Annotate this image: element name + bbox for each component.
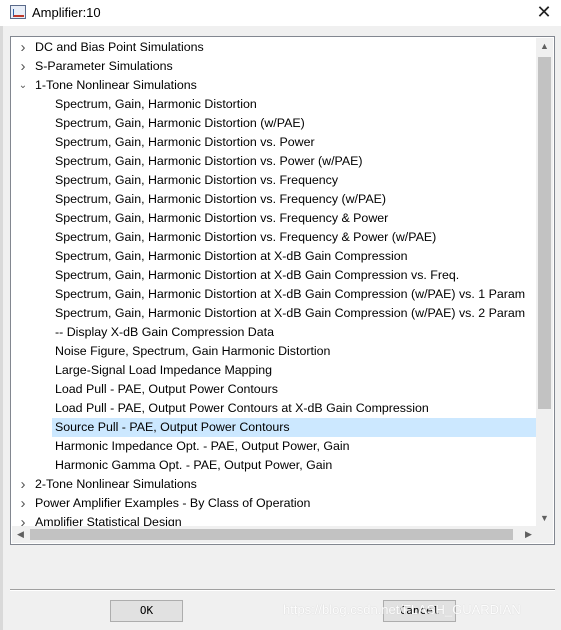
tree-item[interactable]: Noise Figure, Spectrum, Gain Harmonic Di… [12,342,537,361]
tree-item-label: DC and Bias Point Simulations [35,40,204,54]
tree-item-label: Large-Signal Load Impedance Mapping [55,363,272,377]
chevron-right-icon[interactable]: › [17,38,29,57]
window-title: Amplifier:10 [32,5,101,20]
tree-item[interactable]: Spectrum, Gain, Harmonic Distortion at X… [12,247,537,266]
tree-item-label: -- Display X-dB Gain Compression Data [55,325,274,339]
tree-item-label: Spectrum, Gain, Harmonic Distortion vs. … [55,211,389,225]
tree-item[interactable]: Spectrum, Gain, Harmonic Distortion vs. … [12,152,537,171]
tree-item[interactable]: Spectrum, Gain, Harmonic Distortion at X… [12,285,537,304]
amplifier-app-icon [10,5,26,19]
background-strip [0,26,3,630]
tree-item-label: Harmonic Impedance Opt. - PAE, Output Po… [55,439,350,453]
tree-item-label: Spectrum, Gain, Harmonic Distortion vs. … [55,135,315,149]
tree-item[interactable]: Spectrum, Gain, Harmonic Distortion vs. … [12,228,537,247]
tree-category[interactable]: › S-Parameter Simulations [12,57,537,76]
scroll-down-arrow-icon[interactable]: ▼ [536,510,553,527]
tree-category[interactable]: ⌄ 1-Tone Nonlinear Simulations [12,76,537,95]
tree-item-label: Amplifier Statistical Design [35,515,182,527]
tree-item[interactable]: Spectrum, Gain, Harmonic Distortion vs. … [12,190,537,209]
tree-item[interactable]: Load Pull - PAE, Output Power Contours a… [12,399,537,418]
tree-item-label: Spectrum, Gain, Harmonic Distortion at X… [55,287,526,301]
tree-item-label: Spectrum, Gain, Harmonic Distortion vs. … [55,154,363,168]
tree-item-label: Load Pull - PAE, Output Power Contours [55,382,278,396]
ok-button[interactable]: OK [110,600,183,622]
tree-item-label: Load Pull - PAE, Output Power Contours a… [55,401,429,415]
tree-item[interactable]: Spectrum, Gain, Harmonic Distortion at X… [12,304,537,323]
tree-item[interactable]: Spectrum, Gain, Harmonic Distortion at X… [12,266,537,285]
chevron-right-icon[interactable]: › [17,475,29,494]
horizontal-scroll-thumb[interactable] [30,529,513,540]
tree-category[interactable]: › DC and Bias Point Simulations [12,38,537,57]
tree-item[interactable]: Load Pull - PAE, Output Power Contours [12,380,537,399]
tree-item[interactable]: Harmonic Impedance Opt. - PAE, Output Po… [12,437,537,456]
close-button[interactable]: ✕ [527,0,561,26]
cancel-button[interactable]: Cancel [383,600,456,622]
title-bar: Amplifier:10 ✕ [0,0,561,26]
vertical-scrollbar[interactable]: ▲ ▼ [536,38,553,527]
tree-item-label: Spectrum, Gain, Harmonic Distortion (w/P… [55,116,305,130]
tree-item-label: Spectrum, Gain, Harmonic Distortion vs. … [55,173,339,187]
tree-category[interactable]: › 2-Tone Nonlinear Simulations [12,475,537,494]
tree-category[interactable]: › Power Amplifier Examples - By Class of … [12,494,537,513]
tree-item[interactable]: Spectrum, Gain, Harmonic Distortion vs. … [12,133,537,152]
tree-item[interactable]: Spectrum, Gain, Harmonic Distortion vs. … [12,209,537,228]
scroll-right-arrow-icon[interactable]: ▶ [520,526,537,543]
scrollbar-corner [536,526,553,543]
tree-item[interactable]: Spectrum, Gain, Harmonic Distortion (w/P… [12,114,537,133]
tree-item-label: Harmonic Gamma Opt. - PAE, Output Power,… [55,458,333,472]
scroll-up-arrow-icon[interactable]: ▲ [536,38,553,55]
vertical-scroll-thumb[interactable] [538,57,551,409]
tree-item[interactable]: Source Pull - PAE, Output Power Contours [52,418,537,437]
tree-item[interactable]: -- Display X-dB Gain Compression Data [12,323,537,342]
tree-viewport: › DC and Bias Point Simulations › S-Paramet… [12,38,537,527]
tree-item[interactable]: Large-Signal Load Impedance Mapping [12,361,537,380]
horizontal-scrollbar[interactable]: ◀ ▶ [12,526,537,543]
tree-item-label: Spectrum, Gain, Harmonic Distortion at X… [55,249,408,263]
tree-item-label: Spectrum, Gain, Harmonic Distortion at X… [55,306,526,320]
scroll-left-arrow-icon[interactable]: ◀ [12,526,29,543]
tree-category[interactable]: › Amplifier Statistical Design [12,513,537,527]
tree-item-label: 2-Tone Nonlinear Simulations [35,477,197,491]
chevron-right-icon[interactable]: › [17,57,29,76]
tree-item-label: S-Parameter Simulations [35,59,173,73]
tree-item-label: Spectrum, Gain, Harmonic Distortion vs. … [55,192,386,206]
tree-item[interactable]: Harmonic Gamma Opt. - PAE, Output Power,… [12,456,537,475]
simulation-template-tree[interactable]: › DC and Bias Point Simulations › S-Paramet… [10,36,555,545]
tree-item-label: Spectrum, Gain, Harmonic Distortion vs. … [55,230,437,244]
chevron-right-icon[interactable]: › [17,494,29,513]
tree-item[interactable]: Spectrum, Gain, Harmonic Distortion [12,95,537,114]
chevron-down-icon[interactable]: ⌄ [17,76,29,95]
tree-item-label: Power Amplifier Examples - By Class of O… [35,496,311,510]
footer-divider [10,589,555,591]
tree-item-label: Spectrum, Gain, Harmonic Distortion at X… [55,268,460,282]
tree-item-label: Noise Figure, Spectrum, Gain Harmonic Di… [55,344,331,358]
chevron-right-icon[interactable]: › [17,513,29,527]
tree-item-label: Source Pull - PAE, Output Power Contours [55,420,290,434]
tree-item[interactable]: Spectrum, Gain, Harmonic Distortion vs. … [12,171,537,190]
tree-item-label: 1-Tone Nonlinear Simulations [35,78,197,92]
tree-item-label: Spectrum, Gain, Harmonic Distortion [55,97,257,111]
